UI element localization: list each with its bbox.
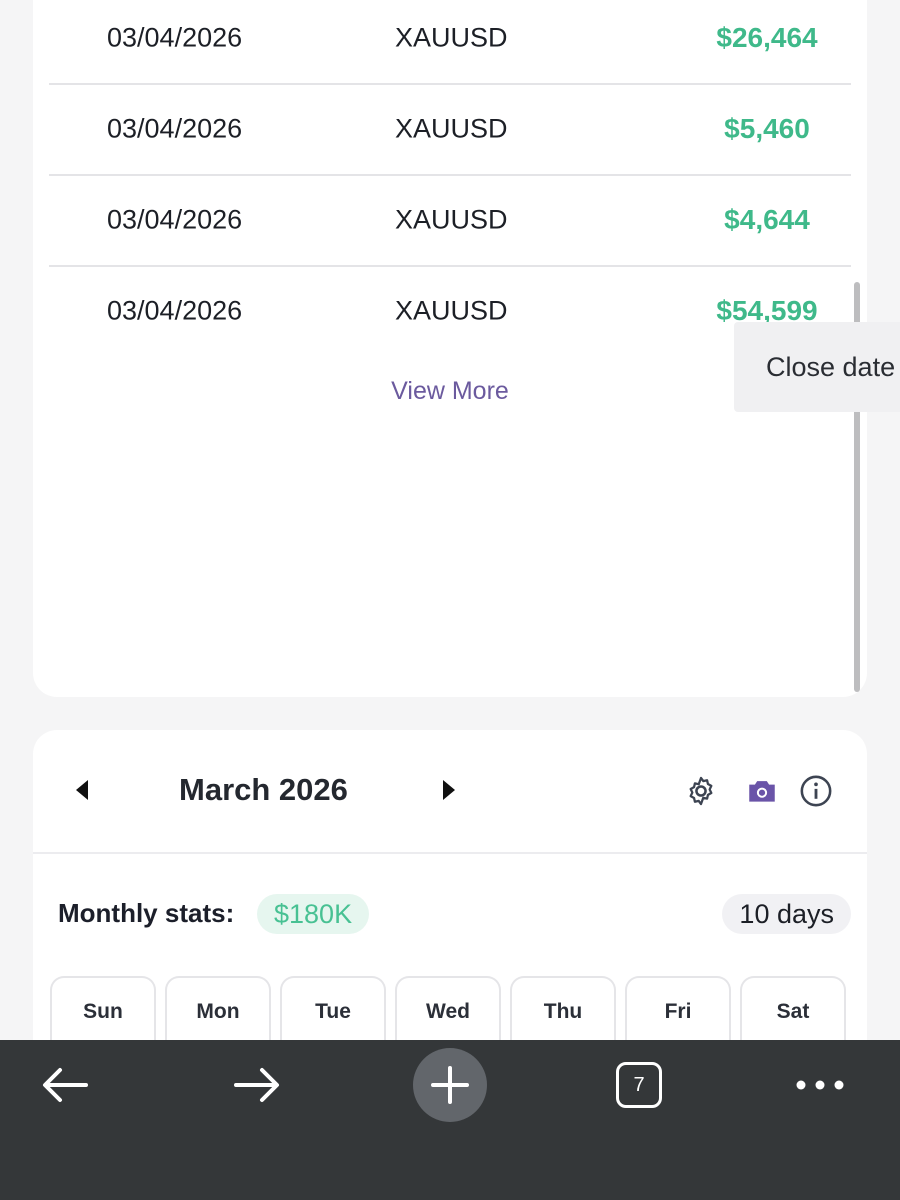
trade-pnl: $26,464: [716, 21, 818, 53]
trade-row[interactable]: 03/04/2026 XAUUSD $4,644: [49, 174, 851, 267]
close-date-tooltip: Close date: [734, 322, 900, 412]
monthly-stats-value: $180K: [257, 894, 370, 934]
gear-icon[interactable]: [684, 774, 718, 808]
trade-date: 03/04/2026: [107, 295, 243, 325]
trade-symbol: XAUUSD: [395, 204, 508, 234]
new-tab-plus-icon: [431, 1066, 469, 1104]
trade-pnl: $5,460: [724, 112, 810, 144]
back-arrow-icon[interactable]: [40, 1065, 90, 1105]
new-tab-button[interactable]: [413, 1048, 487, 1122]
trade-symbol: XAUUSD: [395, 113, 508, 143]
trade-row[interactable]: 03/04/2026 XAUUSD $54,599: [49, 265, 851, 356]
trade-pnl: $4,644: [724, 203, 810, 235]
trade-symbol: XAUUSD: [395, 295, 508, 325]
tabs-icon[interactable]: 7: [616, 1062, 662, 1108]
trade-symbol: XAUUSD: [395, 22, 508, 52]
more-options-icon[interactable]: [795, 1076, 845, 1094]
forward-arrow-icon[interactable]: [232, 1065, 282, 1105]
trade-date: 03/04/2026: [107, 204, 243, 234]
trade-date: 03/04/2026: [107, 113, 243, 143]
trade-row[interactable]: 03/04/2026 XAUUSD $5,460: [49, 83, 851, 176]
camera-icon[interactable]: [745, 774, 779, 808]
calendar-card: March 2026 Monthly stats: $180K 10 days …: [33, 730, 867, 1056]
next-month-icon[interactable]: [443, 780, 455, 800]
info-icon[interactable]: [799, 774, 833, 808]
trade-row[interactable]: 03/04/2026 XAUUSD $26,464: [49, 0, 851, 85]
calendar-header: March 2026: [33, 730, 867, 854]
browser-bottom-bar: 7: [0, 1040, 900, 1200]
month-title: March 2026: [179, 772, 348, 807]
trading-days-badge: 10 days: [722, 894, 851, 934]
prev-month-icon[interactable]: [76, 780, 88, 800]
trade-date: 03/04/2026: [107, 22, 243, 52]
monthly-stats-label: Monthly stats:: [58, 898, 235, 928]
